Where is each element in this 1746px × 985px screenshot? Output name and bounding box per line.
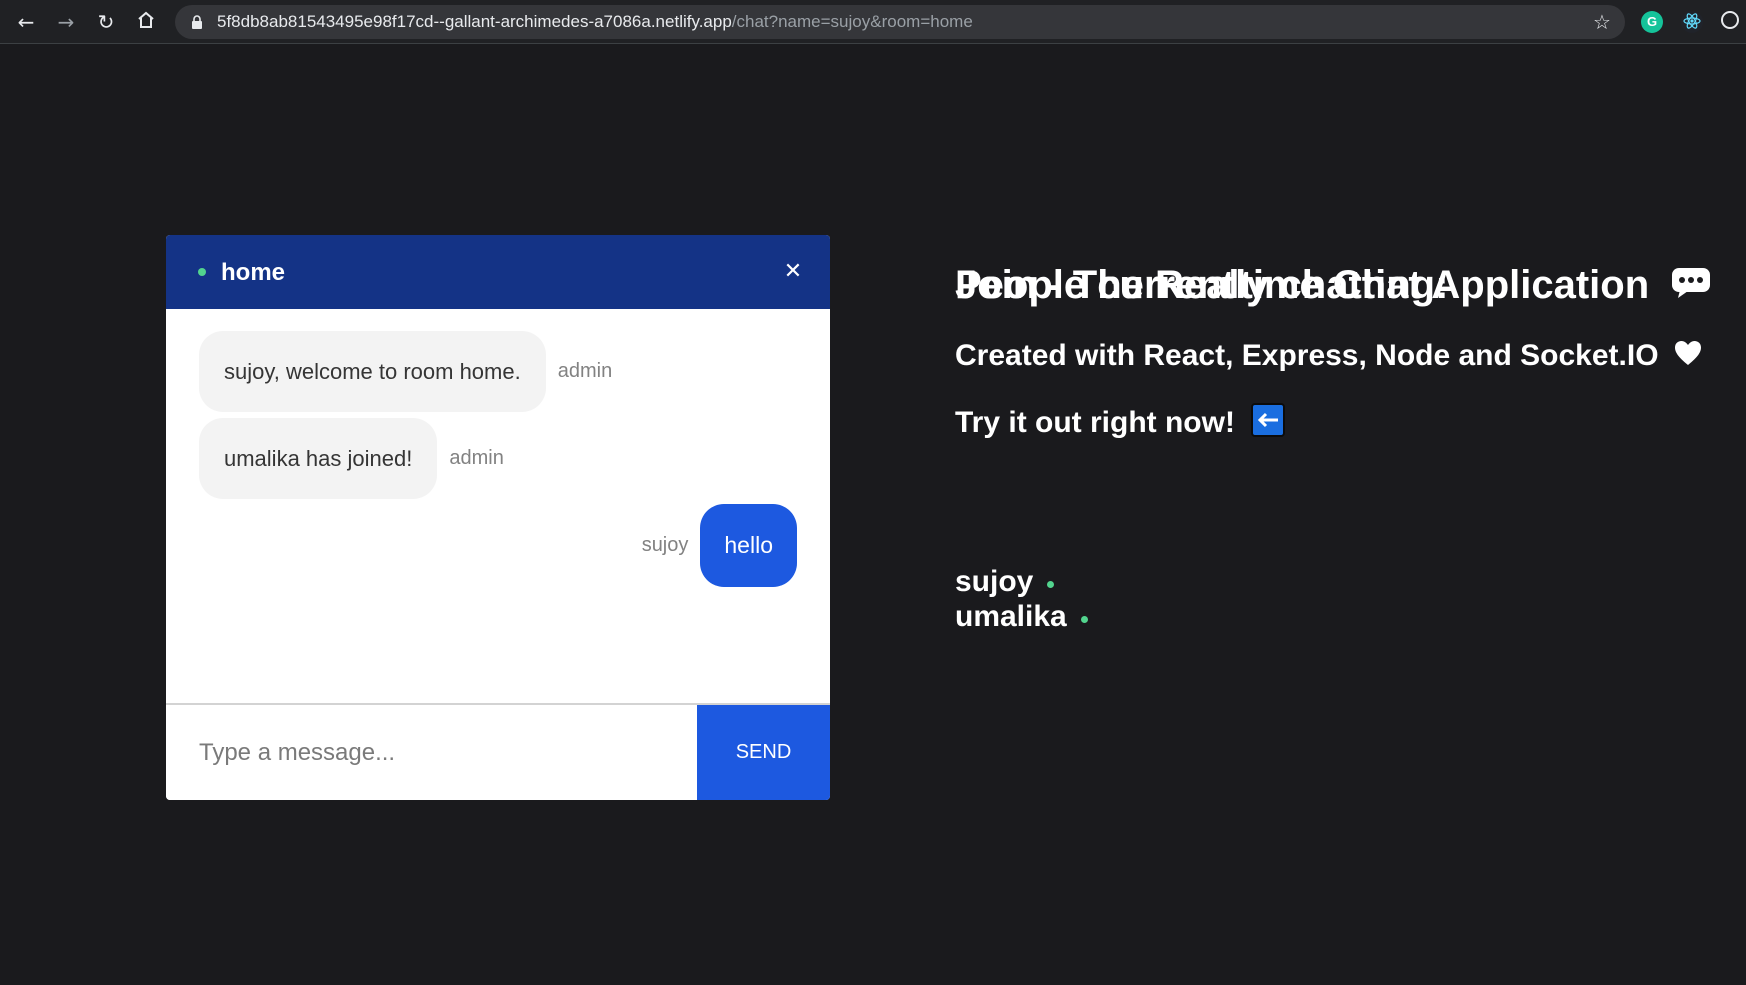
message-row: umalika has joined! admin bbox=[199, 418, 504, 499]
bookmark-star-icon[interactable]: ☆ bbox=[1591, 11, 1613, 33]
people-title: People currently chatting: bbox=[955, 263, 1449, 307]
people-item: sujoy bbox=[955, 565, 1055, 599]
message-bubble: sujoy, welcome to room home. bbox=[199, 331, 546, 412]
reload-icon[interactable]: ↻ bbox=[94, 10, 118, 34]
back-icon[interactable]: ← bbox=[14, 10, 38, 34]
message-sender: admin bbox=[449, 447, 504, 469]
close-icon[interactable]: ✕ bbox=[778, 257, 808, 287]
online-indicator-icon bbox=[1047, 580, 1055, 588]
heart-icon bbox=[1673, 339, 1703, 375]
react-devtools-icon[interactable] bbox=[1681, 11, 1703, 33]
left-arrow-icon bbox=[1251, 403, 1286, 445]
browser-toolbar: ← → ↻ 5f8db8ab81543495e98f17cd--gallant-… bbox=[0, 0, 1746, 44]
send-button[interactable]: SEND bbox=[697, 705, 830, 800]
message-sender: admin bbox=[557, 360, 613, 382]
page-subtitle-text: Created with React, Express, Node and So… bbox=[955, 339, 1659, 372]
message-row: sujoy hello bbox=[642, 504, 797, 587]
page-subtitle: Created with React, Express, Node and So… bbox=[955, 339, 1703, 375]
people-name: sujoy bbox=[955, 565, 1034, 598]
message-bubble: umalika has joined! bbox=[199, 418, 438, 499]
message-bubble-own: hello bbox=[700, 504, 797, 587]
forward-icon[interactable]: → bbox=[54, 10, 78, 34]
call-to-action-text: Try it out right now! bbox=[955, 405, 1235, 439]
chat-header: home ✕ bbox=[166, 235, 830, 309]
message-input[interactable] bbox=[166, 705, 697, 800]
people-name: umalika bbox=[955, 600, 1067, 633]
online-indicator-icon bbox=[1080, 615, 1088, 623]
profile-icon[interactable] bbox=[1721, 11, 1739, 29]
message-row: sujoy, welcome to room home. admin bbox=[199, 331, 612, 412]
online-indicator-icon bbox=[198, 268, 206, 276]
grammarly-icon[interactable]: G bbox=[1641, 11, 1663, 33]
message-sender: sujoy bbox=[641, 534, 689, 556]
chat-container: home ✕ sujoy, welcome to room home. admi… bbox=[166, 235, 830, 800]
address-bar[interactable]: 5f8db8ab81543495e98f17cd--gallant-archim… bbox=[175, 5, 1625, 39]
speech-bubble-icon bbox=[1670, 265, 1712, 310]
lock-icon bbox=[192, 15, 202, 29]
url-text: 5f8db8ab81543495e98f17cd--gallant-archim… bbox=[217, 12, 973, 31]
home-icon[interactable] bbox=[134, 10, 158, 34]
call-to-action: Try it out right now! bbox=[955, 403, 1286, 445]
room-name: home bbox=[221, 259, 286, 286]
people-item: umalika bbox=[955, 600, 1088, 634]
